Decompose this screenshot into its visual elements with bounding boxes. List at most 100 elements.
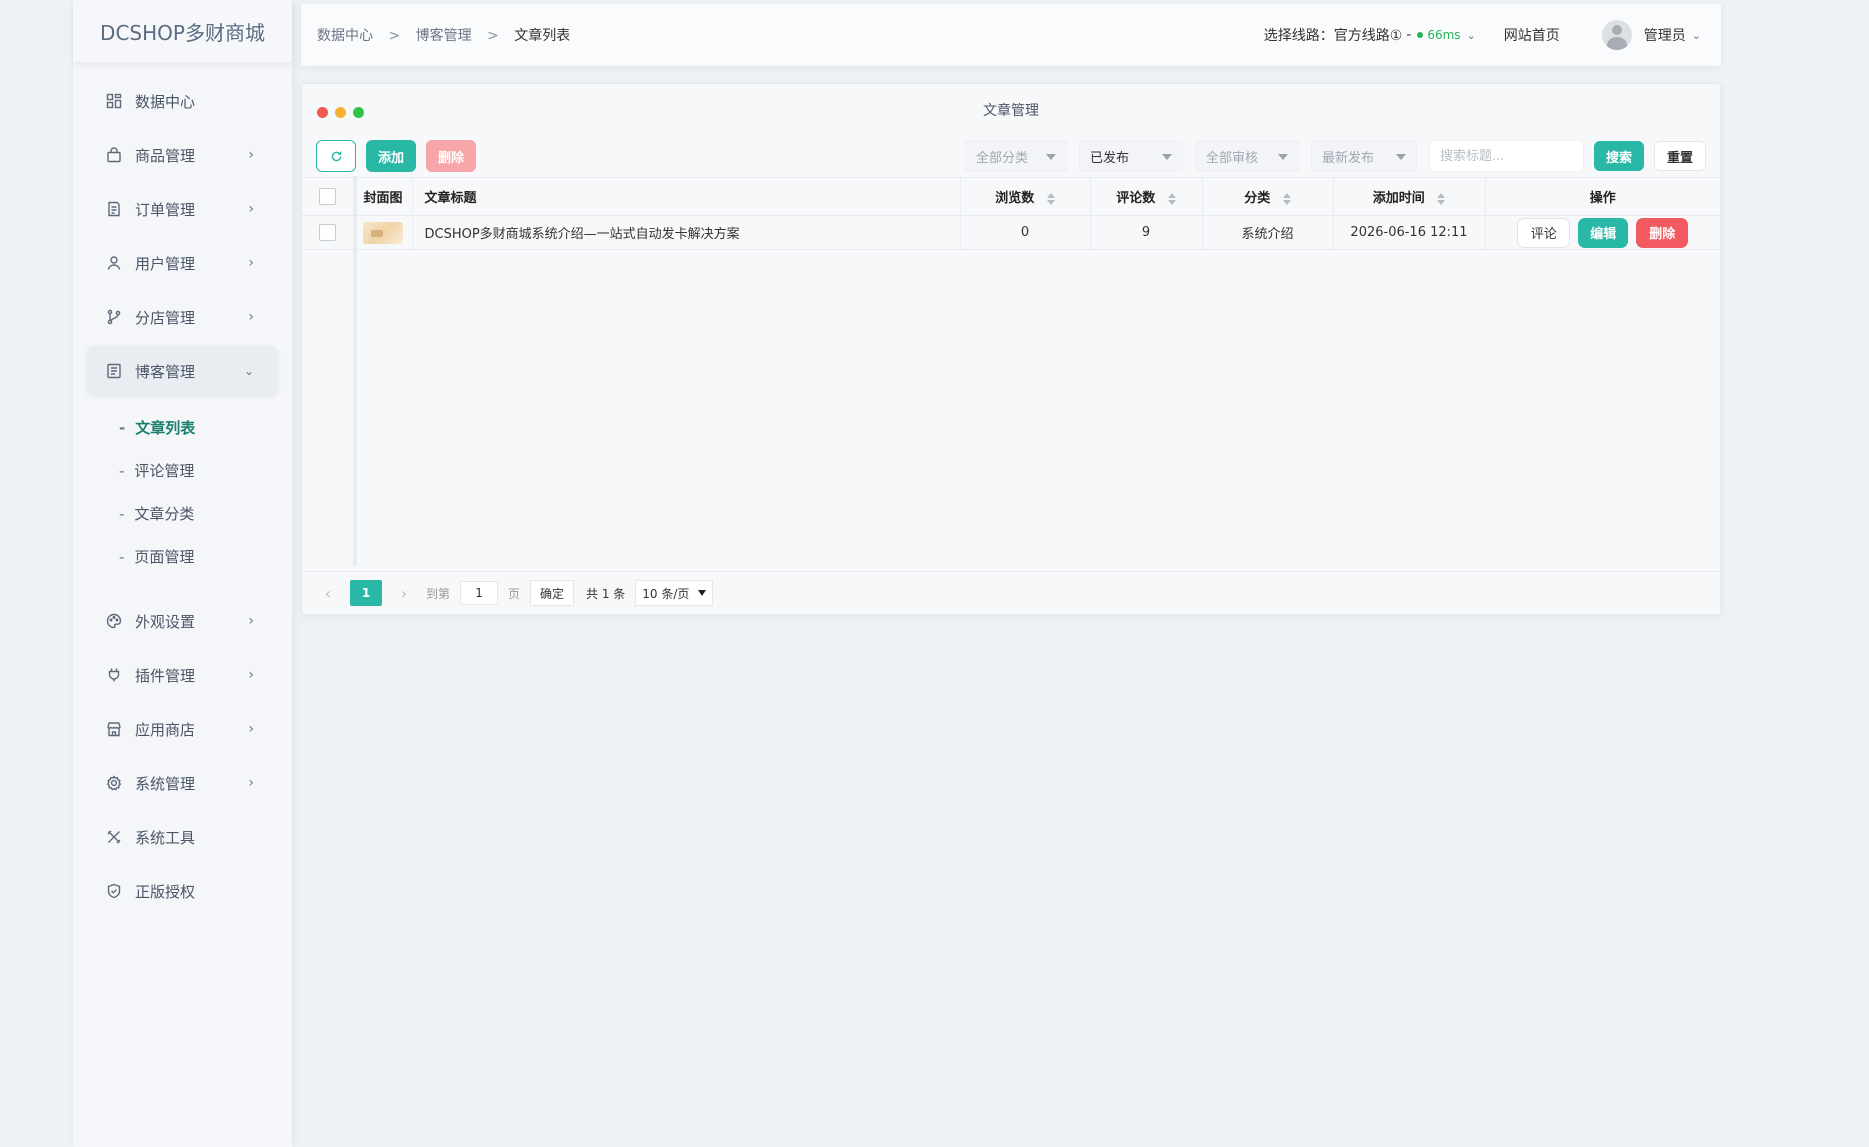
chevron-right-icon: › (248, 147, 254, 163)
filter-bar: 全部分类 已发布 全部审核 最新发布 搜索 重置 (965, 140, 1706, 172)
select-all-checkbox[interactable] (319, 188, 337, 205)
sidebar-item-plugins[interactable]: 插件管理 › (87, 650, 278, 700)
sort-icon (1437, 192, 1446, 205)
edit-button[interactable]: 编辑 (1578, 217, 1629, 248)
dash-marker: - (119, 547, 125, 566)
table-header-row: 封面图 文章标题 浏览数 评论数 分类 添加时间 操作 (302, 177, 1720, 216)
chevron-right-icon: › (248, 721, 254, 737)
sort-select[interactable]: 最新发布 (1311, 140, 1417, 172)
sidebar-item-appearance[interactable]: 外观设置 › (87, 596, 278, 646)
breadcrumb-item[interactable]: 博客管理 (416, 28, 472, 44)
goto-page-input[interactable] (460, 581, 499, 605)
tools-icon (105, 828, 123, 846)
sidebar-item-label: 外观设置 (135, 612, 196, 631)
sidebar-item-label: 应用商店 (135, 720, 196, 739)
row-checkbox[interactable] (319, 224, 337, 241)
sidebar-item-app-store[interactable]: 应用商店 › (87, 704, 278, 754)
page-size-select[interactable]: 10 条/页 (635, 580, 714, 606)
next-page-icon[interactable]: › (392, 584, 416, 603)
refresh-button[interactable] (316, 140, 356, 172)
sidebar-item-branches[interactable]: 分店管理 › (87, 292, 278, 342)
caret-down-icon (1396, 154, 1406, 160)
cover-thumbnail[interactable] (363, 221, 403, 244)
user-menu[interactable]: 管理员 ⌄ (1601, 20, 1701, 50)
sidebar-subitem-categories[interactable]: - 文章分类 (73, 492, 292, 535)
category-cell: 系统介绍 (1202, 215, 1334, 250)
comment-button[interactable]: 评论 (1517, 217, 1571, 248)
caret-down-icon (698, 590, 707, 596)
toolbar: 添加 删除 全部分类 已发布 全部审核 最新发布 搜索 重置 (302, 136, 1720, 176)
review-select[interactable]: 全部审核 (1195, 140, 1299, 172)
title-cell[interactable]: DCSHOP多财商城系统介绍—一站式自动发卡解决方案 (412, 215, 961, 250)
page-size-value: 10 条/页 (642, 586, 690, 601)
column-header-added[interactable]: 添加时间 (1333, 177, 1486, 216)
column-header-label: 分类 (1244, 191, 1271, 206)
current-page[interactable]: 1 (350, 580, 382, 606)
delete-button[interactable]: 删除 (1636, 217, 1689, 248)
sidebar-item-orders[interactable]: 订单管理 › (87, 184, 278, 234)
add-button[interactable]: 添加 (366, 140, 416, 172)
goto-confirm-button[interactable]: 确定 (530, 580, 575, 606)
pager-divider (302, 571, 1720, 572)
chevron-right-icon: › (248, 613, 254, 629)
user-name: 管理员 (1643, 28, 1686, 44)
sidebar-item-system[interactable]: 系统管理 › (87, 758, 278, 808)
sidebar-item-label: 分店管理 (135, 308, 196, 327)
top-bar: 数据中心 > 博客管理 > 文章列表 选择线路：官方线路① - 66ms ⌄ 网… (301, 4, 1721, 66)
breadcrumb-item[interactable]: 数据中心 (317, 28, 373, 44)
sidebar-item-label: 系统工具 (135, 828, 196, 847)
sidebar-subitem-label: 页面管理 (134, 548, 195, 566)
column-header-category[interactable]: 分类 (1202, 177, 1334, 216)
gear-icon (105, 774, 123, 792)
sidebar: DCSHOP多财商城 数据中心 商品管理 › 订单管理 › 用户管理 › 分店管… (73, 0, 292, 1147)
bag-icon (105, 146, 123, 164)
blog-submenu: - 文章列表 - 评论管理 - 文章分类 - 页面管理 (73, 400, 292, 592)
category-select[interactable]: 全部分类 (965, 140, 1067, 172)
card-header: 文章管理 (302, 84, 1720, 136)
shield-icon (105, 882, 123, 900)
sidebar-item-label: 插件管理 (135, 666, 196, 685)
goto-label: 到第 (426, 586, 451, 601)
sidebar-item-dashboard[interactable]: 数据中心 (87, 76, 278, 126)
bulk-delete-button[interactable]: 删除 (426, 140, 476, 172)
chevron-down-icon: ⌄ (1466, 28, 1476, 42)
sidebar-subitem-comments[interactable]: - 评论管理 (73, 449, 292, 492)
search-button[interactable]: 搜索 (1594, 141, 1644, 171)
article-table: 封面图 文章标题 浏览数 评论数 分类 添加时间 操作 DCSHOP多财商城系统… (302, 177, 1720, 250)
sidebar-item-products[interactable]: 商品管理 › (87, 130, 278, 180)
search-input[interactable] (1429, 140, 1584, 172)
breadcrumb: 数据中心 > 博客管理 > 文章列表 (317, 25, 570, 45)
table-row: DCSHOP多财商城系统介绍—一站式自动发卡解决方案 0 9 系统介绍 2026… (302, 215, 1720, 250)
status-select[interactable]: 已发布 (1079, 140, 1183, 172)
article-card: 文章管理 添加 删除 全部分类 已发布 全部审核 最新发布 搜索标题... 搜索… (301, 83, 1721, 615)
sidebar-item-label: 订单管理 (135, 200, 196, 219)
sidebar-item-label: 数据中心 (135, 92, 196, 111)
total-count: 共 1 条 (586, 586, 626, 601)
top-right-area: 选择线路：官方线路① - 66ms ⌄ 网站首页 管理员 ⌄ (1264, 4, 1721, 66)
row-select-cell (302, 215, 355, 250)
route-selector[interactable]: 选择线路：官方线路① - 66ms ⌄ (1264, 25, 1476, 45)
comments-cell: 9 (1090, 215, 1203, 250)
caret-down-icon (1046, 154, 1056, 160)
sidebar-subitem-article-list[interactable]: - 文章列表 (73, 406, 292, 449)
blog-icon (105, 362, 123, 380)
sidebar-item-users[interactable]: 用户管理 › (87, 238, 278, 288)
palette-icon (105, 612, 123, 630)
prev-page-icon[interactable]: ‹ (316, 584, 340, 603)
pagination: ‹ 1 › 到第 页 确定 共 1 条 10 条/页 (316, 580, 714, 606)
sidebar-item-license[interactable]: 正版授权 (87, 866, 278, 916)
column-header-views[interactable]: 浏览数 (960, 177, 1091, 216)
column-header-label: 浏览数 (995, 191, 1035, 206)
sidebar-item-tools[interactable]: 系统工具 (87, 812, 278, 862)
sidebar-subitem-pages[interactable]: - 页面管理 (73, 535, 292, 578)
sidebar-item-label: 系统管理 (135, 774, 196, 793)
logo-text[interactable]: DCSHOP多财商城 (73, 0, 292, 62)
home-link[interactable]: 网站首页 (1504, 25, 1560, 45)
column-header-comments[interactable]: 评论数 (1090, 177, 1203, 216)
sidebar-item-label: 商品管理 (135, 146, 196, 165)
store-icon (105, 720, 123, 738)
column-header: 封面图 (354, 177, 413, 216)
dashboard-icon (105, 92, 123, 110)
reset-button[interactable]: 重置 (1654, 141, 1706, 171)
sidebar-item-blog[interactable]: 博客管理 ⌄ (87, 346, 278, 396)
